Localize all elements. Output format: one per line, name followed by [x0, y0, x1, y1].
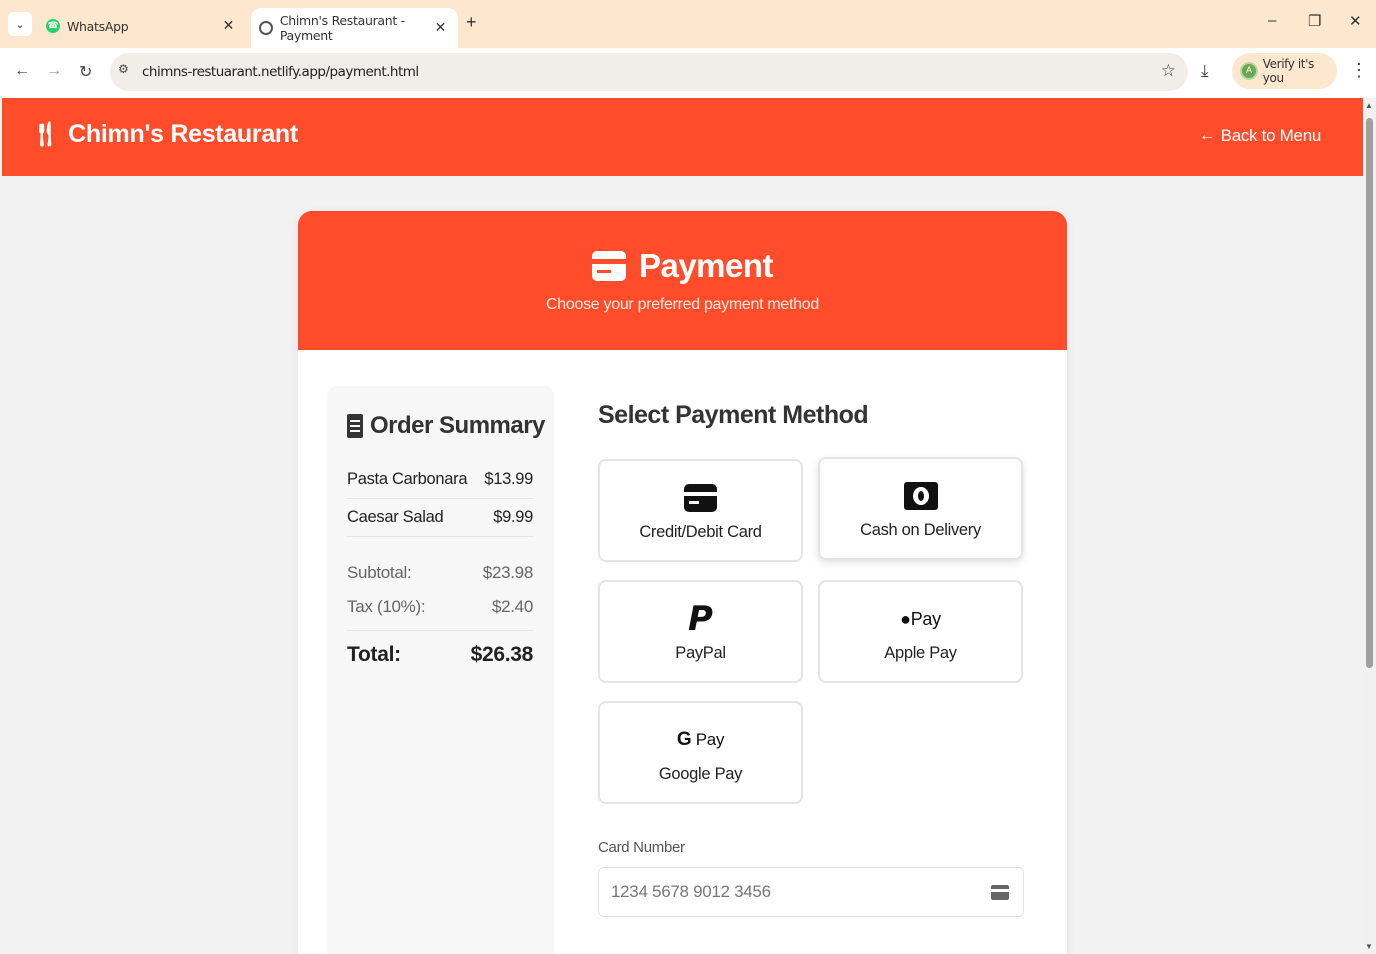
payment-option-label: Cash on Delivery — [860, 521, 981, 539]
credit-card-icon — [591, 251, 626, 281]
payment-header: Payment Choose your preferred payment me… — [298, 211, 1067, 350]
close-tab-icon[interactable]: ✕ — [223, 18, 235, 34]
back-to-menu-link[interactable]: ← Back to Menu — [1199, 126, 1321, 146]
item-name: Pasta Carbonara — [347, 470, 468, 488]
payment-option-label: PayPal — [675, 644, 726, 662]
card-number-input[interactable] — [599, 868, 1023, 916]
bookmark-star-icon[interactable]: ☆ — [1161, 61, 1176, 81]
back-label: Back to Menu — [1220, 126, 1322, 145]
page-viewport: 🍴︎ Chimn's Restaurant ← Back to Menu Pay… — [2, 98, 1363, 954]
cash-icon — [903, 482, 938, 510]
paypal-icon: P — [688, 599, 713, 639]
forward-arrow-icon[interactable]: → — [46, 62, 62, 80]
payment-title: Payment — [638, 247, 774, 284]
menu-kebab-icon[interactable]: ⋮ — [1350, 60, 1368, 81]
credit-card-icon — [991, 885, 1009, 900]
arrow-left-icon: ← — [1198, 127, 1215, 144]
payment-option-label: Credit/Debit Card — [639, 523, 762, 541]
verify-button[interactable]: A Verify it's you — [1232, 53, 1337, 89]
close-tab-icon[interactable]: ✕ — [435, 20, 447, 36]
minimize-icon[interactable]: – — [1268, 12, 1276, 29]
scrollbar-thumb[interactable] — [1366, 118, 1373, 668]
list-item: Pasta Carbonara $13.99 — [347, 461, 533, 499]
site-header: 🍴︎ Chimn's Restaurant ← Back to Menu — [2, 98, 1363, 176]
subtotal-value: $23.98 — [482, 563, 534, 582]
verify-label: Verify it's you — [1262, 57, 1314, 85]
scrollbar[interactable]: ▲ ▼ — [1363, 98, 1376, 954]
payment-card: Payment Choose your preferred payment me… — [298, 211, 1067, 954]
tab-payment[interactable]: Chimn's Restaurant - Payment ✕ — [251, 8, 458, 48]
payment-option-paypal[interactable]: P PayPal — [598, 580, 803, 683]
subtotal-row: Subtotal: $23.98 — [347, 563, 533, 583]
card-number-field[interactable] — [598, 867, 1024, 917]
reload-icon[interactable]: ↻ — [79, 62, 92, 82]
google-pay-icon: G Pay — [676, 729, 725, 750]
page-title: Payment — [298, 247, 1067, 285]
utensils-icon: 🍴︎ — [30, 121, 61, 148]
payment-option-card[interactable]: Credit/Debit Card — [598, 459, 803, 562]
total-row: Total: $26.38 — [347, 643, 533, 667]
item-price: $9.99 — [493, 508, 533, 526]
apple-pay-icon-text: Pay — [910, 608, 941, 629]
total-value: $26.38 — [470, 643, 534, 666]
tab-search-chevron-icon[interactable]: ⌄ — [8, 12, 32, 36]
divider — [347, 630, 533, 631]
site-info-icon[interactable]: ⚙ — [118, 62, 129, 76]
browser-tab-bar: ⌄ ☎ WhatsApp ✕ Chimn's Restaurant - Paym… — [0, 0, 1376, 48]
download-icon[interactable]: ⤓ — [1201, 61, 1209, 81]
brand-logo[interactable]: 🍴︎ Chimn's Restaurant — [30, 120, 298, 149]
scroll-down-icon[interactable]: ▼ — [1365, 942, 1373, 951]
item-price: $13.99 — [484, 470, 533, 488]
avatar: A — [1240, 62, 1258, 80]
credit-card-icon — [684, 484, 717, 512]
close-window-icon[interactable]: ✕ — [1349, 12, 1362, 30]
back-arrow-icon[interactable]: ← — [14, 62, 30, 80]
tab-title: WhatsApp — [67, 18, 129, 34]
payment-option-label: Google Pay — [658, 765, 743, 783]
order-summary: Order Summary Pasta Carbonara $13.99 Cae… — [327, 386, 554, 954]
tab-title: Chimn's Restaurant - Payment — [279, 13, 405, 43]
url-text[interactable]: chimns-restuarant.netlify.app/payment.ht… — [142, 64, 419, 80]
payment-subtitle: Choose your preferred payment method — [546, 296, 819, 313]
address-bar[interactable]: ⚙ chimns-restuarant.netlify.app/payment.… — [110, 53, 1188, 91]
receipt-icon — [347, 414, 363, 438]
tax-row: Tax (10%): $2.40 — [347, 597, 533, 617]
order-summary-title: Order Summary — [347, 412, 545, 440]
brand-name: Chimn's Restaurant — [68, 120, 298, 148]
scroll-up-icon[interactable]: ▲ — [1365, 101, 1373, 110]
new-tab-icon[interactable]: + — [466, 12, 477, 33]
whatsapp-icon: ☎ — [46, 19, 60, 33]
restore-icon[interactable]: ❐ — [1308, 12, 1321, 30]
payment-option-cash[interactable]: Cash on Delivery — [818, 457, 1023, 560]
google-pay-icon-text: Pay — [695, 730, 725, 749]
payment-option-google-pay[interactable]: G Pay Google Pay — [598, 701, 803, 804]
payment-option-apple-pay[interactable]: ●Pay Apple Pay — [818, 580, 1023, 683]
payment-option-label: Apple Pay — [884, 644, 957, 662]
card-number-label: Card Number — [598, 839, 685, 856]
list-item: Caesar Salad $9.99 — [347, 499, 533, 537]
item-name: Caesar Salad — [347, 508, 444, 526]
tax-label: Tax (10%): — [347, 597, 426, 616]
order-summary-heading: Order Summary — [370, 412, 545, 439]
total-label: Total: — [347, 643, 401, 666]
tax-value: $2.40 — [491, 597, 533, 616]
browser-toolbar: ← → ↻ ⚙ chimns-restuarant.netlify.app/pa… — [0, 48, 1376, 98]
apple-pay-icon: ●Pay — [900, 608, 941, 629]
payment-methods-title: Select Payment Method — [598, 401, 869, 429]
subtotal-label: Subtotal: — [347, 563, 412, 582]
tab-whatsapp[interactable]: ☎ WhatsApp ✕ — [40, 8, 246, 44]
globe-icon — [259, 21, 273, 35]
